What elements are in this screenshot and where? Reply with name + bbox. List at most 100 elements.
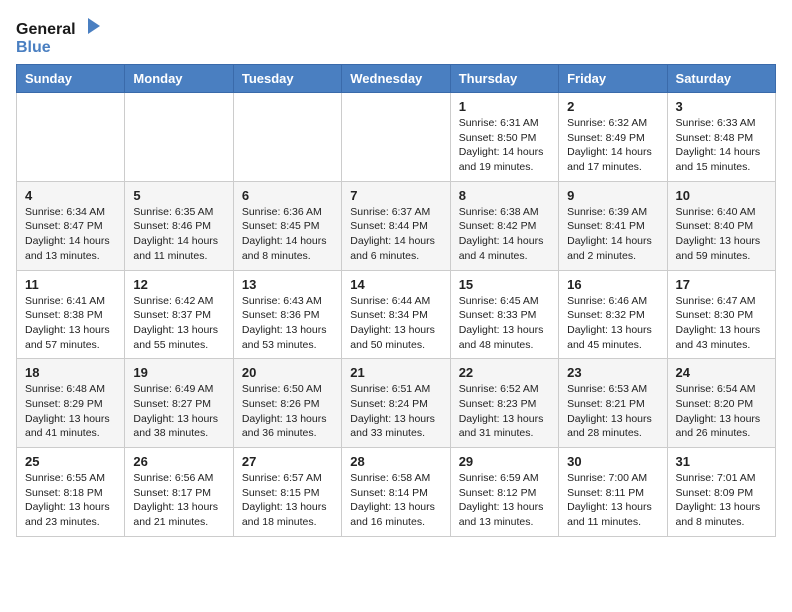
cell-date: 4 [25,188,116,203]
cell-date: 26 [133,454,224,469]
calendar-cell: 5 Sunrise: 6:35 AM Sunset: 8:46 PM Daylig… [125,181,233,270]
cell-info: Sunrise: 6:42 AM Sunset: 8:37 PM Dayligh… [133,294,224,353]
calendar-cell: 23 Sunrise: 6:53 AM Sunset: 8:21 PM Dayli… [559,359,667,448]
svg-text:Blue: Blue [16,39,51,56]
cell-date: 18 [25,365,116,380]
cell-date: 7 [350,188,441,203]
cell-info: Sunrise: 6:49 AM Sunset: 8:27 PM Dayligh… [133,382,224,441]
cell-date: 17 [676,277,767,292]
cell-date: 1 [459,99,550,114]
calendar-cell: 4 Sunrise: 6:34 AM Sunset: 8:47 PM Daylig… [17,181,125,270]
week-row-2: 4 Sunrise: 6:34 AM Sunset: 8:47 PM Daylig… [17,181,776,270]
cell-info: Sunrise: 6:55 AM Sunset: 8:18 PM Dayligh… [25,471,116,530]
cell-date: 5 [133,188,224,203]
logo: GeneralBlue [16,16,106,56]
cell-info: Sunrise: 6:58 AM Sunset: 8:14 PM Dayligh… [350,471,441,530]
day-header-tuesday: Tuesday [233,65,341,93]
cell-date: 8 [459,188,550,203]
calendar-cell: 25 Sunrise: 6:55 AM Sunset: 8:18 PM Dayli… [17,448,125,537]
cell-date: 3 [676,99,767,114]
calendar-cell: 15 Sunrise: 6:45 AM Sunset: 8:33 PM Dayli… [450,270,558,359]
cell-date: 20 [242,365,333,380]
calendar-cell: 27Sunrise: 6:57 AM Sunset: 8:15 PM Dayli… [233,448,341,537]
cell-info: Sunrise: 6:47 AM Sunset: 8:30 PM Dayligh… [676,294,767,353]
calendar-cell: 12 Sunrise: 6:42 AM Sunset: 8:37 PM Dayli… [125,270,233,359]
cell-date: 25 [25,454,116,469]
cell-info: Sunrise: 6:54 AM Sunset: 8:20 PM Dayligh… [676,382,767,441]
calendar-table: SundayMondayTuesdayWednesdayThursdayFrid… [16,64,776,537]
week-row-1: 1 Sunrise: 6:31 AM Sunset: 8:50 PM Daylig… [17,93,776,182]
week-row-4: 18 Sunrise: 6:48 AM Sunset: 8:29 PM Dayli… [17,359,776,448]
calendar-cell: 19 Sunrise: 6:49 AM Sunset: 8:27 PM Dayli… [125,359,233,448]
calendar-cell: 2Sunrise: 6:32 AM Sunset: 8:49 PM Daylig… [559,93,667,182]
day-header-monday: Monday [125,65,233,93]
cell-date: 12 [133,277,224,292]
cell-info: Sunrise: 6:38 AM Sunset: 8:42 PM Dayligh… [459,205,550,264]
calendar-cell: 11 Sunrise: 6:41 AM Sunset: 8:38 PM Dayli… [17,270,125,359]
cell-info: Sunrise: 6:48 AM Sunset: 8:29 PM Dayligh… [25,382,116,441]
cell-date: 10 [676,188,767,203]
calendar-cell: 22Sunrise: 6:52 AM Sunset: 8:23 PM Dayli… [450,359,558,448]
calendar-cell: 7 Sunrise: 6:37 AM Sunset: 8:44 PM Daylig… [342,181,450,270]
cell-info: Sunrise: 6:56 AM Sunset: 8:17 PM Dayligh… [133,471,224,530]
header: GeneralBlue [16,16,776,56]
week-row-5: 25 Sunrise: 6:55 AM Sunset: 8:18 PM Dayli… [17,448,776,537]
cell-date: 21 [350,365,441,380]
calendar-cell: 24 Sunrise: 6:54 AM Sunset: 8:20 PM Dayli… [667,359,775,448]
calendar-cell: 29Sunrise: 6:59 AM Sunset: 8:12 PM Dayli… [450,448,558,537]
cell-info: Sunrise: 6:46 AM Sunset: 8:32 PM Dayligh… [567,294,658,353]
cell-info: Sunrise: 6:43 AM Sunset: 8:36 PM Dayligh… [242,294,333,353]
cell-date: 9 [567,188,658,203]
calendar-cell: 30Sunrise: 7:00 AM Sunset: 8:11 PM Dayli… [559,448,667,537]
cell-date: 22 [459,365,550,380]
cell-date: 24 [676,365,767,380]
cell-date: 19 [133,365,224,380]
calendar-cell [342,93,450,182]
cell-info: Sunrise: 6:57 AM Sunset: 8:15 PM Dayligh… [242,471,333,530]
cell-date: 16 [567,277,658,292]
calendar-cell: 9Sunrise: 6:39 AM Sunset: 8:41 PM Daylig… [559,181,667,270]
svg-text:General: General [16,21,76,38]
calendar-cell: 16 Sunrise: 6:46 AM Sunset: 8:32 PM Dayli… [559,270,667,359]
calendar-cell: 21 Sunrise: 6:51 AM Sunset: 8:24 PM Dayli… [342,359,450,448]
cell-info: Sunrise: 6:44 AM Sunset: 8:34 PM Dayligh… [350,294,441,353]
cell-info: Sunrise: 6:45 AM Sunset: 8:33 PM Dayligh… [459,294,550,353]
calendar-cell: 1 Sunrise: 6:31 AM Sunset: 8:50 PM Daylig… [450,93,558,182]
day-header-friday: Friday [559,65,667,93]
day-header-sunday: Sunday [17,65,125,93]
calendar-cell: 31 Sunrise: 7:01 AM Sunset: 8:09 PM Dayli… [667,448,775,537]
cell-info: Sunrise: 6:53 AM Sunset: 8:21 PM Dayligh… [567,382,658,441]
cell-date: 31 [676,454,767,469]
calendar-cell [17,93,125,182]
cell-info: Sunrise: 6:37 AM Sunset: 8:44 PM Dayligh… [350,205,441,264]
cell-date: 15 [459,277,550,292]
cell-date: 11 [25,277,116,292]
cell-info: Sunrise: 6:51 AM Sunset: 8:24 PM Dayligh… [350,382,441,441]
cell-info: Sunrise: 6:36 AM Sunset: 8:45 PM Dayligh… [242,205,333,264]
calendar-cell: 10Sunrise: 6:40 AM Sunset: 8:40 PM Dayli… [667,181,775,270]
logo-svg: GeneralBlue [16,16,106,56]
cell-info: Sunrise: 6:31 AM Sunset: 8:50 PM Dayligh… [459,116,550,175]
cell-date: 29 [459,454,550,469]
calendar-cell [233,93,341,182]
cell-date: 13 [242,277,333,292]
cell-info: Sunrise: 7:01 AM Sunset: 8:09 PM Dayligh… [676,471,767,530]
cell-info: Sunrise: 6:32 AM Sunset: 8:49 PM Dayligh… [567,116,658,175]
cell-info: Sunrise: 6:34 AM Sunset: 8:47 PM Dayligh… [25,205,116,264]
calendar-cell: 17 Sunrise: 6:47 AM Sunset: 8:30 PM Dayli… [667,270,775,359]
cell-info: Sunrise: 6:35 AM Sunset: 8:46 PM Dayligh… [133,205,224,264]
day-header-saturday: Saturday [667,65,775,93]
cell-info: Sunrise: 6:50 AM Sunset: 8:26 PM Dayligh… [242,382,333,441]
calendar-cell: 8 Sunrise: 6:38 AM Sunset: 8:42 PM Daylig… [450,181,558,270]
week-row-3: 11 Sunrise: 6:41 AM Sunset: 8:38 PM Dayli… [17,270,776,359]
header-row: SundayMondayTuesdayWednesdayThursdayFrid… [17,65,776,93]
cell-date: 23 [567,365,658,380]
calendar-cell: 6Sunrise: 6:36 AM Sunset: 8:45 PM Daylig… [233,181,341,270]
calendar-cell: 26 Sunrise: 6:56 AM Sunset: 8:17 PM Dayli… [125,448,233,537]
calendar-cell: 13 Sunrise: 6:43 AM Sunset: 8:36 PM Dayli… [233,270,341,359]
day-header-thursday: Thursday [450,65,558,93]
cell-info: Sunrise: 6:41 AM Sunset: 8:38 PM Dayligh… [25,294,116,353]
cell-date: 14 [350,277,441,292]
calendar-cell [125,93,233,182]
calendar-cell: 14 Sunrise: 6:44 AM Sunset: 8:34 PM Dayli… [342,270,450,359]
